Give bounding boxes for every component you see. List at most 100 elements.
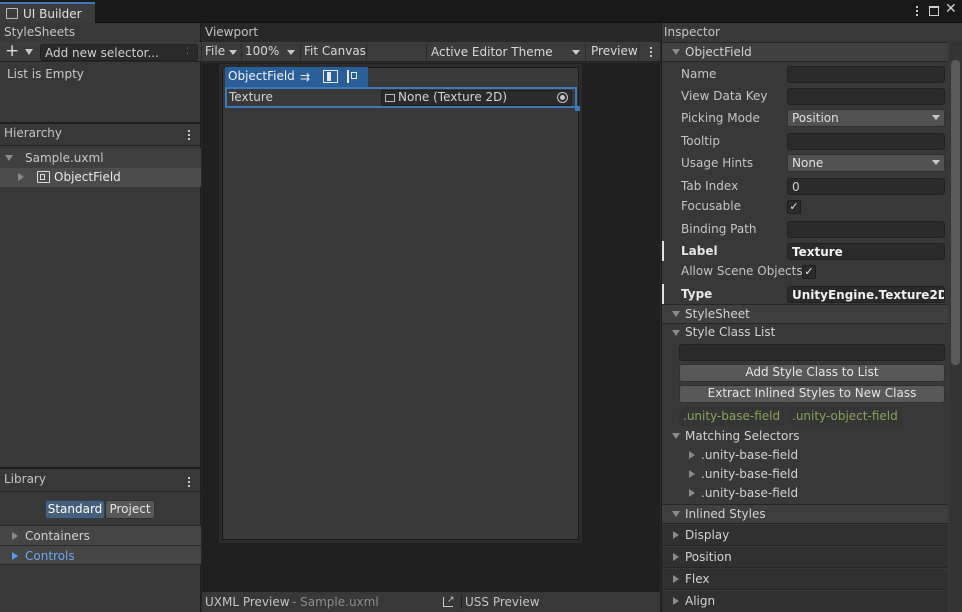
inlined-item-flex[interactable]: Flex xyxy=(662,569,948,590)
section-stylesheet-toggle-icon[interactable] xyxy=(672,311,680,317)
section-inlined-styles[interactable]: Inlined Styles xyxy=(662,504,948,524)
inlined-item-position[interactable]: Position xyxy=(662,547,948,568)
title-bar xyxy=(0,0,962,23)
matching-selector-item[interactable]: .unity-base-field xyxy=(662,466,948,484)
position-expand-icon[interactable] xyxy=(673,553,679,561)
class-pill-base-field[interactable]: .unity-base-field xyxy=(679,407,785,426)
usage-dropdown-icon xyxy=(932,160,940,165)
section-inlined-toggle-icon[interactable] xyxy=(672,511,680,517)
stylesheets-title: StyleSheets xyxy=(4,25,76,39)
library-tab-standard[interactable]: Standard xyxy=(45,500,105,519)
selector-placeholder: Add new selector... xyxy=(45,46,159,60)
align-icon[interactable] xyxy=(323,70,338,83)
fit-canvas-button[interactable]: Fit Canvas xyxy=(300,44,367,61)
uxml-preview-title: UXML Preview xyxy=(205,595,290,609)
hierarchy-title: Hierarchy xyxy=(4,126,63,140)
usage-dropdown[interactable]: None xyxy=(787,154,945,172)
selected-object-field[interactable]: Texture None (Texture 2D) xyxy=(225,87,577,108)
tooltip-label: Tooltip xyxy=(681,134,720,148)
zoom-dropdown-icon xyxy=(287,50,295,55)
hierarchy-objectfield-row[interactable]: ObjectField xyxy=(0,168,201,187)
style-class-input[interactable] xyxy=(679,344,945,361)
binding-label: Binding Path xyxy=(681,222,757,236)
library-item-controls[interactable]: Controls xyxy=(0,545,201,565)
maximize-icon[interactable] xyxy=(929,6,939,16)
theme-dropdown[interactable]: Active Editor Theme xyxy=(426,44,584,61)
flex-expand-icon[interactable] xyxy=(673,575,679,583)
type-field[interactable]: UnityEngine.Texture2D, U xyxy=(787,286,945,303)
flex-label: Flex xyxy=(685,572,710,586)
zoom-dropdown[interactable]: 100% xyxy=(241,44,299,61)
tabindex-field[interactable]: 0 xyxy=(787,178,945,195)
controls-expand-icon[interactable] xyxy=(12,552,18,560)
name-field[interactable] xyxy=(787,66,945,83)
display-expand-icon[interactable] xyxy=(673,531,679,539)
allowscene-checkbox[interactable]: ✓ xyxy=(802,265,816,279)
allowscene-label: Allow Scene Objects xyxy=(681,264,803,278)
window-menu-icon[interactable] xyxy=(916,4,919,18)
hierarchy-divider[interactable] xyxy=(0,122,201,124)
window-tab[interactable]: UI Builder xyxy=(0,2,95,23)
inlined-item-align[interactable]: Align xyxy=(662,591,948,612)
style-class-list-toggle-icon[interactable] xyxy=(672,330,680,336)
file-dropdown-icon xyxy=(229,50,237,55)
selector-input[interactable]: Add new selector... xyxy=(40,44,198,61)
tooltip-field[interactable] xyxy=(787,133,945,150)
section-objectfield[interactable]: ObjectField xyxy=(662,42,948,62)
align-expand-icon[interactable] xyxy=(673,597,679,605)
matching-selectors-toggle-icon[interactable] xyxy=(672,433,680,439)
object-picker-icon[interactable] xyxy=(557,92,568,103)
inlined-item-display[interactable]: Display xyxy=(662,525,948,546)
add-dropdown-icon[interactable] xyxy=(25,49,33,55)
matching-selector-expand-icon[interactable] xyxy=(689,489,695,497)
add-style-class-button[interactable]: Add Style Class to List xyxy=(679,364,945,382)
hierarchy-header-line xyxy=(0,145,201,146)
library-menu-icon[interactable] xyxy=(188,475,191,489)
style-class-list-label: Style Class List xyxy=(685,325,776,339)
matching-selectors-label: Matching Selectors xyxy=(685,429,800,443)
containers-expand-icon[interactable] xyxy=(12,532,18,540)
preview-button[interactable]: Preview xyxy=(585,44,639,61)
focusable-checkbox[interactable]: ✓ xyxy=(787,200,801,214)
hierarchy-menu-icon[interactable] xyxy=(188,128,191,142)
matching-selector-expand-icon[interactable] xyxy=(689,451,695,459)
canvas[interactable] xyxy=(222,67,579,540)
add-stylesheet-button[interactable]: + xyxy=(5,42,19,60)
hierarchy-root-row[interactable]: Sample.uxml xyxy=(0,148,201,168)
zoom-value: 100% xyxy=(245,44,280,58)
matching-selectors-header[interactable]: Matching Selectors xyxy=(662,428,948,446)
justify-icon[interactable] xyxy=(347,70,361,83)
override-marker-label xyxy=(662,241,664,261)
extract-inlined-styles-button[interactable]: Extract Inlined Styles to New Class xyxy=(679,385,945,403)
matching-selector-expand-icon[interactable] xyxy=(689,470,695,478)
label-field[interactable]: Texture xyxy=(787,243,945,260)
matching-selector-item[interactable]: .unity-base-field xyxy=(662,485,948,503)
binding-field[interactable] xyxy=(787,221,945,238)
style-class-list-header[interactable]: Style Class List xyxy=(662,324,948,344)
close-icon[interactable]: ✕ xyxy=(945,1,957,17)
preview-field-value: None (Texture 2D) xyxy=(398,90,508,104)
library-divider[interactable] xyxy=(0,467,201,469)
expand-root-icon[interactable] xyxy=(5,155,13,161)
inspector-scroll-thumb[interactable] xyxy=(951,60,960,365)
class-pill-object-field[interactable]: .unity-object-field xyxy=(788,407,902,426)
stylesheets-empty-text: List is Empty xyxy=(7,67,84,81)
matching-selector-item[interactable]: .unity-base-field xyxy=(662,447,948,465)
texture-type-icon xyxy=(385,94,395,102)
element-tag[interactable]: ObjectField ⇉ xyxy=(225,67,368,87)
viewdata-field[interactable] xyxy=(787,88,945,105)
section-objectfield-toggle-icon[interactable] xyxy=(672,49,680,55)
section-inlined-label: Inlined Styles xyxy=(685,507,766,521)
resize-handle[interactable] xyxy=(575,106,580,111)
flex-direction-icon[interactable]: ⇉ xyxy=(300,70,310,84)
usage-value: None xyxy=(792,156,824,170)
section-stylesheet[interactable]: StyleSheet xyxy=(662,304,948,324)
viewport-menu-icon[interactable] xyxy=(650,45,653,59)
viewport-title: Viewport xyxy=(205,25,259,39)
file-menu[interactable]: File xyxy=(205,44,239,61)
open-external-icon[interactable]: ↗ xyxy=(443,595,455,607)
expand-child-icon[interactable] xyxy=(18,173,24,181)
picking-dropdown[interactable]: Position xyxy=(787,109,945,127)
library-item-containers[interactable]: Containers xyxy=(0,525,201,545)
library-tab-project[interactable]: Project xyxy=(105,500,155,519)
